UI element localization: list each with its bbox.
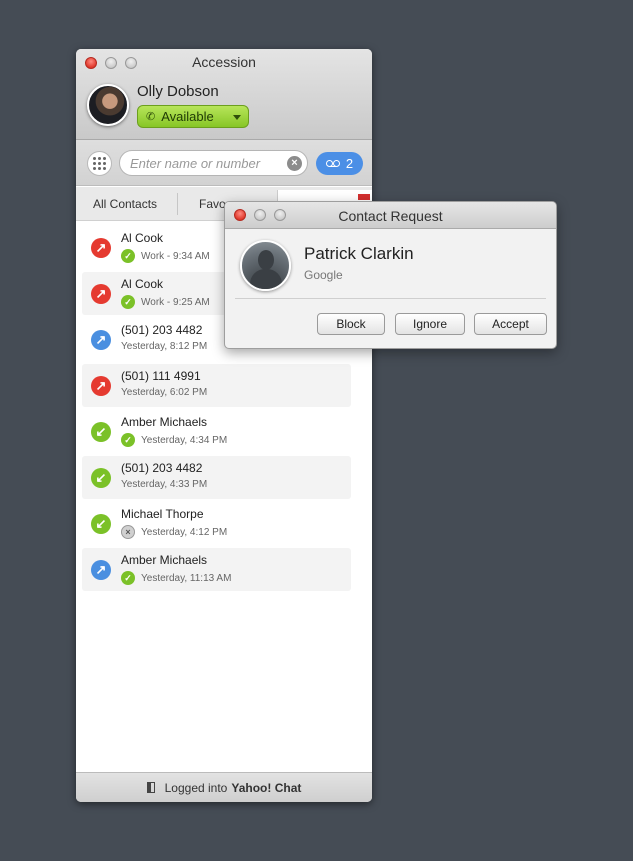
dialog-divider <box>235 298 546 299</box>
call-time: Yesterday, 11:13 AM <box>141 572 232 584</box>
missed-call-icon: ↙ <box>91 284 111 304</box>
call-time: Yesterday, 4:33 PM <box>121 479 208 490</box>
call-row[interactable]: ↙ Amber Michaels ✓ Yesterday, 4:34 PM <box>82 410 351 453</box>
search-field: × <box>119 150 308 176</box>
call-time: Work - 9:25 AM <box>141 296 210 308</box>
call-time: Yesterday, 4:34 PM <box>141 434 228 446</box>
dialpad-button[interactable] <box>87 151 112 176</box>
user-name: Olly Dobson <box>137 83 219 100</box>
dialpad-icon <box>93 157 106 170</box>
search-input[interactable] <box>130 155 280 171</box>
call-row[interactable]: ↙ Michael Thorpe × Yesterday, 4:12 PM <box>82 502 351 545</box>
call-detail: Yesterday, 4:33 PM <box>121 479 207 490</box>
incoming-call-icon: ↙ <box>91 422 111 442</box>
call-detail: Yesterday, 6:02 PM <box>121 387 207 398</box>
call-name: Michael Thorpe <box>121 507 204 521</box>
incoming-call-icon: ↙ <box>91 514 111 534</box>
ignore-button[interactable]: Ignore <box>395 313 465 335</box>
presence-online-icon: ✓ <box>121 433 135 447</box>
presence-offline-icon: × <box>121 525 135 539</box>
phone-icon: ✆ <box>146 111 156 123</box>
presence-online-icon: ✓ <box>121 571 135 585</box>
outgoing-call-icon: ↗ <box>91 330 111 350</box>
call-row[interactable]: ↗ Amber Michaels ✓ Yesterday, 11:13 AM <box>82 548 351 591</box>
logout-door-icon[interactable] <box>146 782 155 793</box>
call-time: Yesterday, 8:12 PM <box>121 341 208 352</box>
missed-call-icon: ↙ <box>91 376 111 396</box>
footer-prefix: Logged into <box>164 780 228 795</box>
voicemail-button[interactable]: 2 <box>316 152 363 175</box>
call-name: (501) 203 4482 <box>121 461 203 475</box>
call-time: Yesterday, 6:02 PM <box>121 387 208 398</box>
call-detail: ✓ Yesterday, 4:34 PM <box>121 433 227 447</box>
call-row[interactable]: ↙ (501) 111 4991 Yesterday, 6:02 PM <box>82 364 351 407</box>
dialog-title: Contact Request <box>338 208 443 224</box>
footer-service: Yahoo! Chat <box>231 780 302 795</box>
call-name: Al Cook <box>121 277 164 291</box>
presence-online-icon: ✓ <box>121 295 135 309</box>
call-row[interactable]: ↙ (501) 203 4482 Yesterday, 4:33 PM <box>82 456 351 499</box>
search-bar: × 2 <box>76 140 372 186</box>
outgoing-call-icon: ↗ <box>91 560 111 580</box>
clear-icon[interactable]: × <box>287 156 302 171</box>
contact-request-dialog: Contact Request Patrick Clarkin Google B… <box>224 201 557 349</box>
voicemail-count: 2 <box>345 156 354 171</box>
accept-button[interactable]: Accept <box>474 313 547 335</box>
contact-name: Patrick Clarkin <box>304 244 414 263</box>
call-name: Al Cook <box>121 231 164 245</box>
tab-favorites[interactable]: Favo <box>199 197 226 211</box>
call-time: Yesterday, 4:12 PM <box>141 526 228 538</box>
chevron-down-icon <box>233 115 241 120</box>
voicemail-icon <box>325 160 340 167</box>
login-status-bar: Logged into Yahoo! Chat <box>76 772 372 802</box>
status-label: Available <box>161 109 214 124</box>
contact-avatar-placeholder-icon <box>240 240 291 291</box>
tab-divider <box>177 193 178 215</box>
call-detail: Yesterday, 8:12 PM <box>121 341 207 352</box>
main-window: Accession Olly Dobson ✆ Available × 2 Al… <box>76 49 372 802</box>
call-detail: ✓ Work - 9:25 AM <box>121 295 210 309</box>
call-name: Amber Michaels <box>121 415 208 429</box>
window-title: Accession <box>192 54 256 70</box>
tab-all-contacts[interactable]: All Contacts <box>93 197 157 211</box>
presence-online-icon: ✓ <box>121 249 135 263</box>
call-detail: × Yesterday, 4:12 PM <box>121 525 227 539</box>
contact-company: Google <box>304 268 343 282</box>
call-name: (501) 111 4991 <box>121 369 201 383</box>
status-dropdown[interactable]: ✆ Available <box>137 105 249 128</box>
flag-marker <box>358 194 370 200</box>
main-header: Accession Olly Dobson ✆ Available <box>76 49 372 140</box>
incoming-call-icon: ↙ <box>91 468 111 488</box>
missed-call-icon: ↙ <box>91 238 111 258</box>
avatar[interactable] <box>87 84 129 126</box>
call-time: Work - 9:34 AM <box>141 250 210 262</box>
call-name: (501) 203 4482 <box>121 323 203 337</box>
call-name: Amber Michaels <box>121 553 208 567</box>
call-detail: ✓ Work - 9:34 AM <box>121 249 210 263</box>
dialog-titlebar: Contact Request <box>225 202 556 229</box>
call-detail: ✓ Yesterday, 11:13 AM <box>121 571 231 585</box>
block-button[interactable]: Block <box>317 313 385 335</box>
